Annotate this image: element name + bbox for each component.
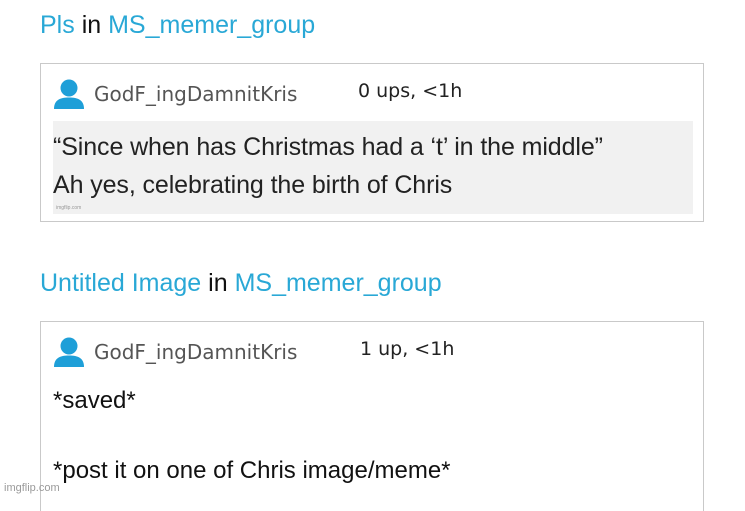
user-icon[interactable] bbox=[53, 336, 85, 368]
site-watermark: imgflip.com bbox=[4, 482, 60, 494]
in-label: in bbox=[81, 11, 102, 39]
user-icon[interactable] bbox=[53, 78, 85, 110]
post-title-link[interactable]: Pls bbox=[40, 11, 75, 39]
username-link[interactable]: GodF_ingDamnitKris bbox=[94, 340, 297, 364]
comment-image[interactable]: “Since when has Christmas had a ‘t’ in t… bbox=[53, 121, 693, 214]
comment-meta: 0 ups, <1h bbox=[358, 80, 463, 102]
image-text-line: “Since when has Christmas had a ‘t’ in t… bbox=[53, 133, 603, 161]
group-link[interactable]: MS_memer_group bbox=[235, 269, 442, 297]
comment-text: *saved* bbox=[53, 387, 136, 414]
username-link[interactable]: GodF_ingDamnitKris bbox=[94, 82, 297, 106]
post-heading: Pls in MS_memer_group bbox=[40, 10, 315, 40]
in-label: in bbox=[208, 269, 228, 297]
comment-meta: 1 up, <1h bbox=[360, 338, 455, 360]
comment-header: GodF_ingDamnitKris 1 up, <1h bbox=[53, 336, 693, 370]
post-title-link[interactable]: Untitled Image bbox=[40, 269, 201, 297]
group-link[interactable]: MS_memer_group bbox=[108, 11, 315, 39]
image-text-line: Ah yes, celebrating the birth of Chris bbox=[53, 171, 453, 199]
image-watermark: imgflip.com bbox=[56, 205, 82, 211]
post-heading: Untitled Image in MS_memer_group bbox=[40, 268, 442, 298]
comment-card: GodF_ingDamnitKris 0 ups, <1h “Since whe… bbox=[40, 63, 704, 222]
comment-card: GodF_ingDamnitKris 1 up, <1h *saved* *po… bbox=[40, 321, 704, 511]
comment-header: GodF_ingDamnitKris 0 ups, <1h bbox=[53, 78, 693, 112]
comment-text: *post it on one of Chris image/meme* bbox=[53, 457, 451, 484]
